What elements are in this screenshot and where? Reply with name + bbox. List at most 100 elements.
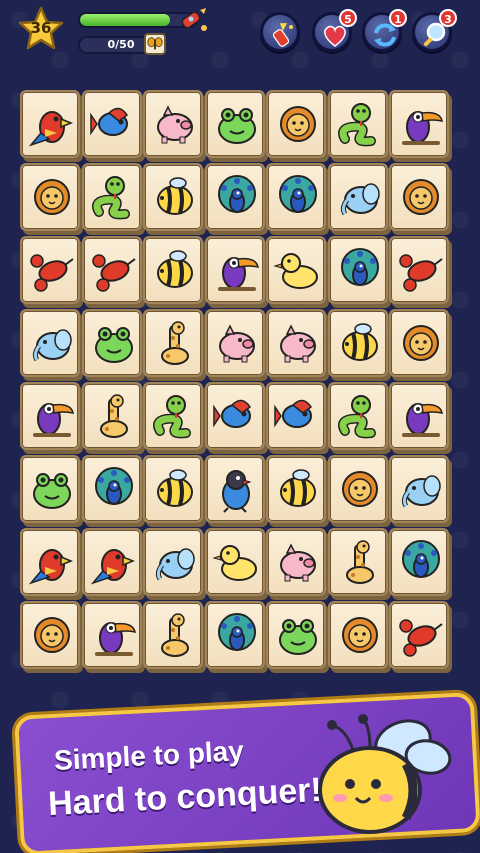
tile-frog[interactable] — [266, 601, 326, 669]
tile-duck[interactable] — [266, 236, 326, 304]
tile-elephant[interactable] — [20, 309, 80, 377]
toucan-icon — [402, 111, 443, 145]
tile-lion[interactable] — [389, 309, 449, 377]
tile-lovebird[interactable] — [204, 455, 265, 523]
tile-peacock[interactable] — [81, 455, 142, 523]
parrot-icon — [28, 549, 74, 585]
tile-bee[interactable] — [266, 455, 326, 523]
tile-bee[interactable] — [143, 163, 203, 231]
bee-icon — [341, 323, 378, 361]
tile-pig[interactable] — [266, 309, 326, 377]
tile-duck[interactable] — [204, 528, 265, 596]
tile-giraffe[interactable] — [143, 309, 203, 377]
tile-pig[interactable] — [204, 309, 265, 377]
tile-peacock[interactable] — [204, 601, 265, 669]
shuffle-powerup-button[interactable]: 1 — [362, 9, 407, 52]
tile-frog[interactable] — [204, 90, 265, 158]
frog-icon — [279, 619, 317, 655]
heart-count-badge: 5 — [339, 9, 357, 27]
peacock-icon — [279, 175, 317, 213]
shuffle-count-badge: 1 — [389, 9, 407, 27]
tile-peacock[interactable] — [389, 528, 449, 596]
lion-icon — [341, 617, 378, 653]
frog-icon — [33, 473, 71, 509]
heart-powerup-button[interactable]: 5 — [312, 9, 357, 52]
tile-lion[interactable] — [266, 90, 326, 158]
tile-peacock[interactable] — [327, 236, 388, 304]
butterfly-icon — [144, 33, 166, 55]
giraffe-icon — [161, 613, 189, 657]
tile-frog[interactable] — [81, 309, 142, 377]
tile-lobster[interactable] — [81, 236, 142, 304]
tile-toucan[interactable] — [81, 601, 142, 669]
tile-bee[interactable] — [327, 309, 388, 377]
level-star-badge: 36 — [18, 6, 64, 52]
lovebird-icon — [221, 470, 251, 513]
rocket-icon — [181, 8, 207, 31]
pair-counter-text: 0/50 — [107, 38, 135, 51]
giraffe-icon — [345, 540, 374, 584]
tile-parrot[interactable] — [81, 528, 142, 596]
snake-icon — [337, 395, 376, 439]
tile-elephant[interactable] — [143, 528, 203, 596]
tile-toucan[interactable] — [389, 90, 449, 158]
tile-bee[interactable] — [143, 236, 203, 304]
tile-lobster[interactable] — [389, 236, 449, 304]
tile-giraffe[interactable] — [143, 601, 203, 669]
tile-parrot[interactable] — [20, 528, 80, 596]
fish-icon — [89, 107, 128, 136]
tile-snake[interactable] — [81, 163, 142, 231]
tile-toucan[interactable] — [389, 382, 449, 450]
tile-lion[interactable] — [20, 163, 80, 231]
fish-icon — [212, 399, 251, 428]
tile-fish[interactable] — [81, 90, 142, 158]
tile-peacock[interactable] — [266, 163, 326, 231]
tile-lion[interactable] — [327, 455, 388, 523]
toucan-icon — [94, 622, 136, 656]
tile-toucan[interactable] — [204, 236, 265, 304]
parrot-icon — [90, 549, 135, 585]
tile-snake[interactable] — [327, 382, 388, 450]
tile-toucan[interactable] — [20, 382, 80, 450]
parrot-icon — [28, 111, 74, 147]
toucan-icon — [217, 257, 259, 291]
tile-fish[interactable] — [204, 382, 265, 450]
bee-icon — [280, 469, 316, 507]
elephant-icon — [32, 329, 72, 362]
bee-icon — [157, 469, 193, 507]
peacock-icon — [94, 467, 133, 505]
tile-snake[interactable] — [327, 90, 388, 158]
peacock-icon — [217, 613, 256, 651]
tile-elephant[interactable] — [389, 455, 449, 523]
tile-peacock[interactable] — [204, 163, 265, 231]
tile-lobster[interactable] — [389, 601, 449, 669]
hint-count-badge: 3 — [439, 9, 457, 27]
tile-giraffe[interactable] — [81, 382, 142, 450]
rocket-powerup-button[interactable] — [260, 12, 300, 52]
tile-elephant[interactable] — [327, 163, 388, 231]
lion-icon — [403, 179, 439, 215]
giraffe-icon — [99, 394, 128, 438]
tile-frog[interactable] — [20, 455, 80, 523]
tile-parrot[interactable] — [20, 90, 80, 158]
tile-giraffe[interactable] — [327, 528, 388, 596]
snake-icon — [153, 395, 191, 439]
lobster-icon — [30, 254, 74, 292]
bee-icon — [157, 177, 193, 215]
bee-mascot-icon — [318, 714, 452, 834]
firework-rocket-icon — [272, 23, 293, 47]
tile-fish[interactable] — [266, 382, 326, 450]
tile-bee[interactable] — [143, 455, 203, 523]
tile-pig[interactable] — [143, 90, 203, 158]
frog-icon — [217, 108, 256, 144]
pig-icon — [280, 324, 316, 363]
toucan-icon — [33, 403, 74, 437]
tile-pig[interactable] — [266, 528, 326, 596]
hint-powerup-button[interactable]: 3 — [412, 9, 457, 52]
tile-lion[interactable] — [327, 601, 388, 669]
tile-lobster[interactable] — [20, 236, 80, 304]
tile-snake[interactable] — [143, 382, 203, 450]
tile-lion[interactable] — [20, 601, 80, 669]
snake-icon — [91, 176, 130, 220]
tile-lion[interactable] — [389, 163, 449, 231]
